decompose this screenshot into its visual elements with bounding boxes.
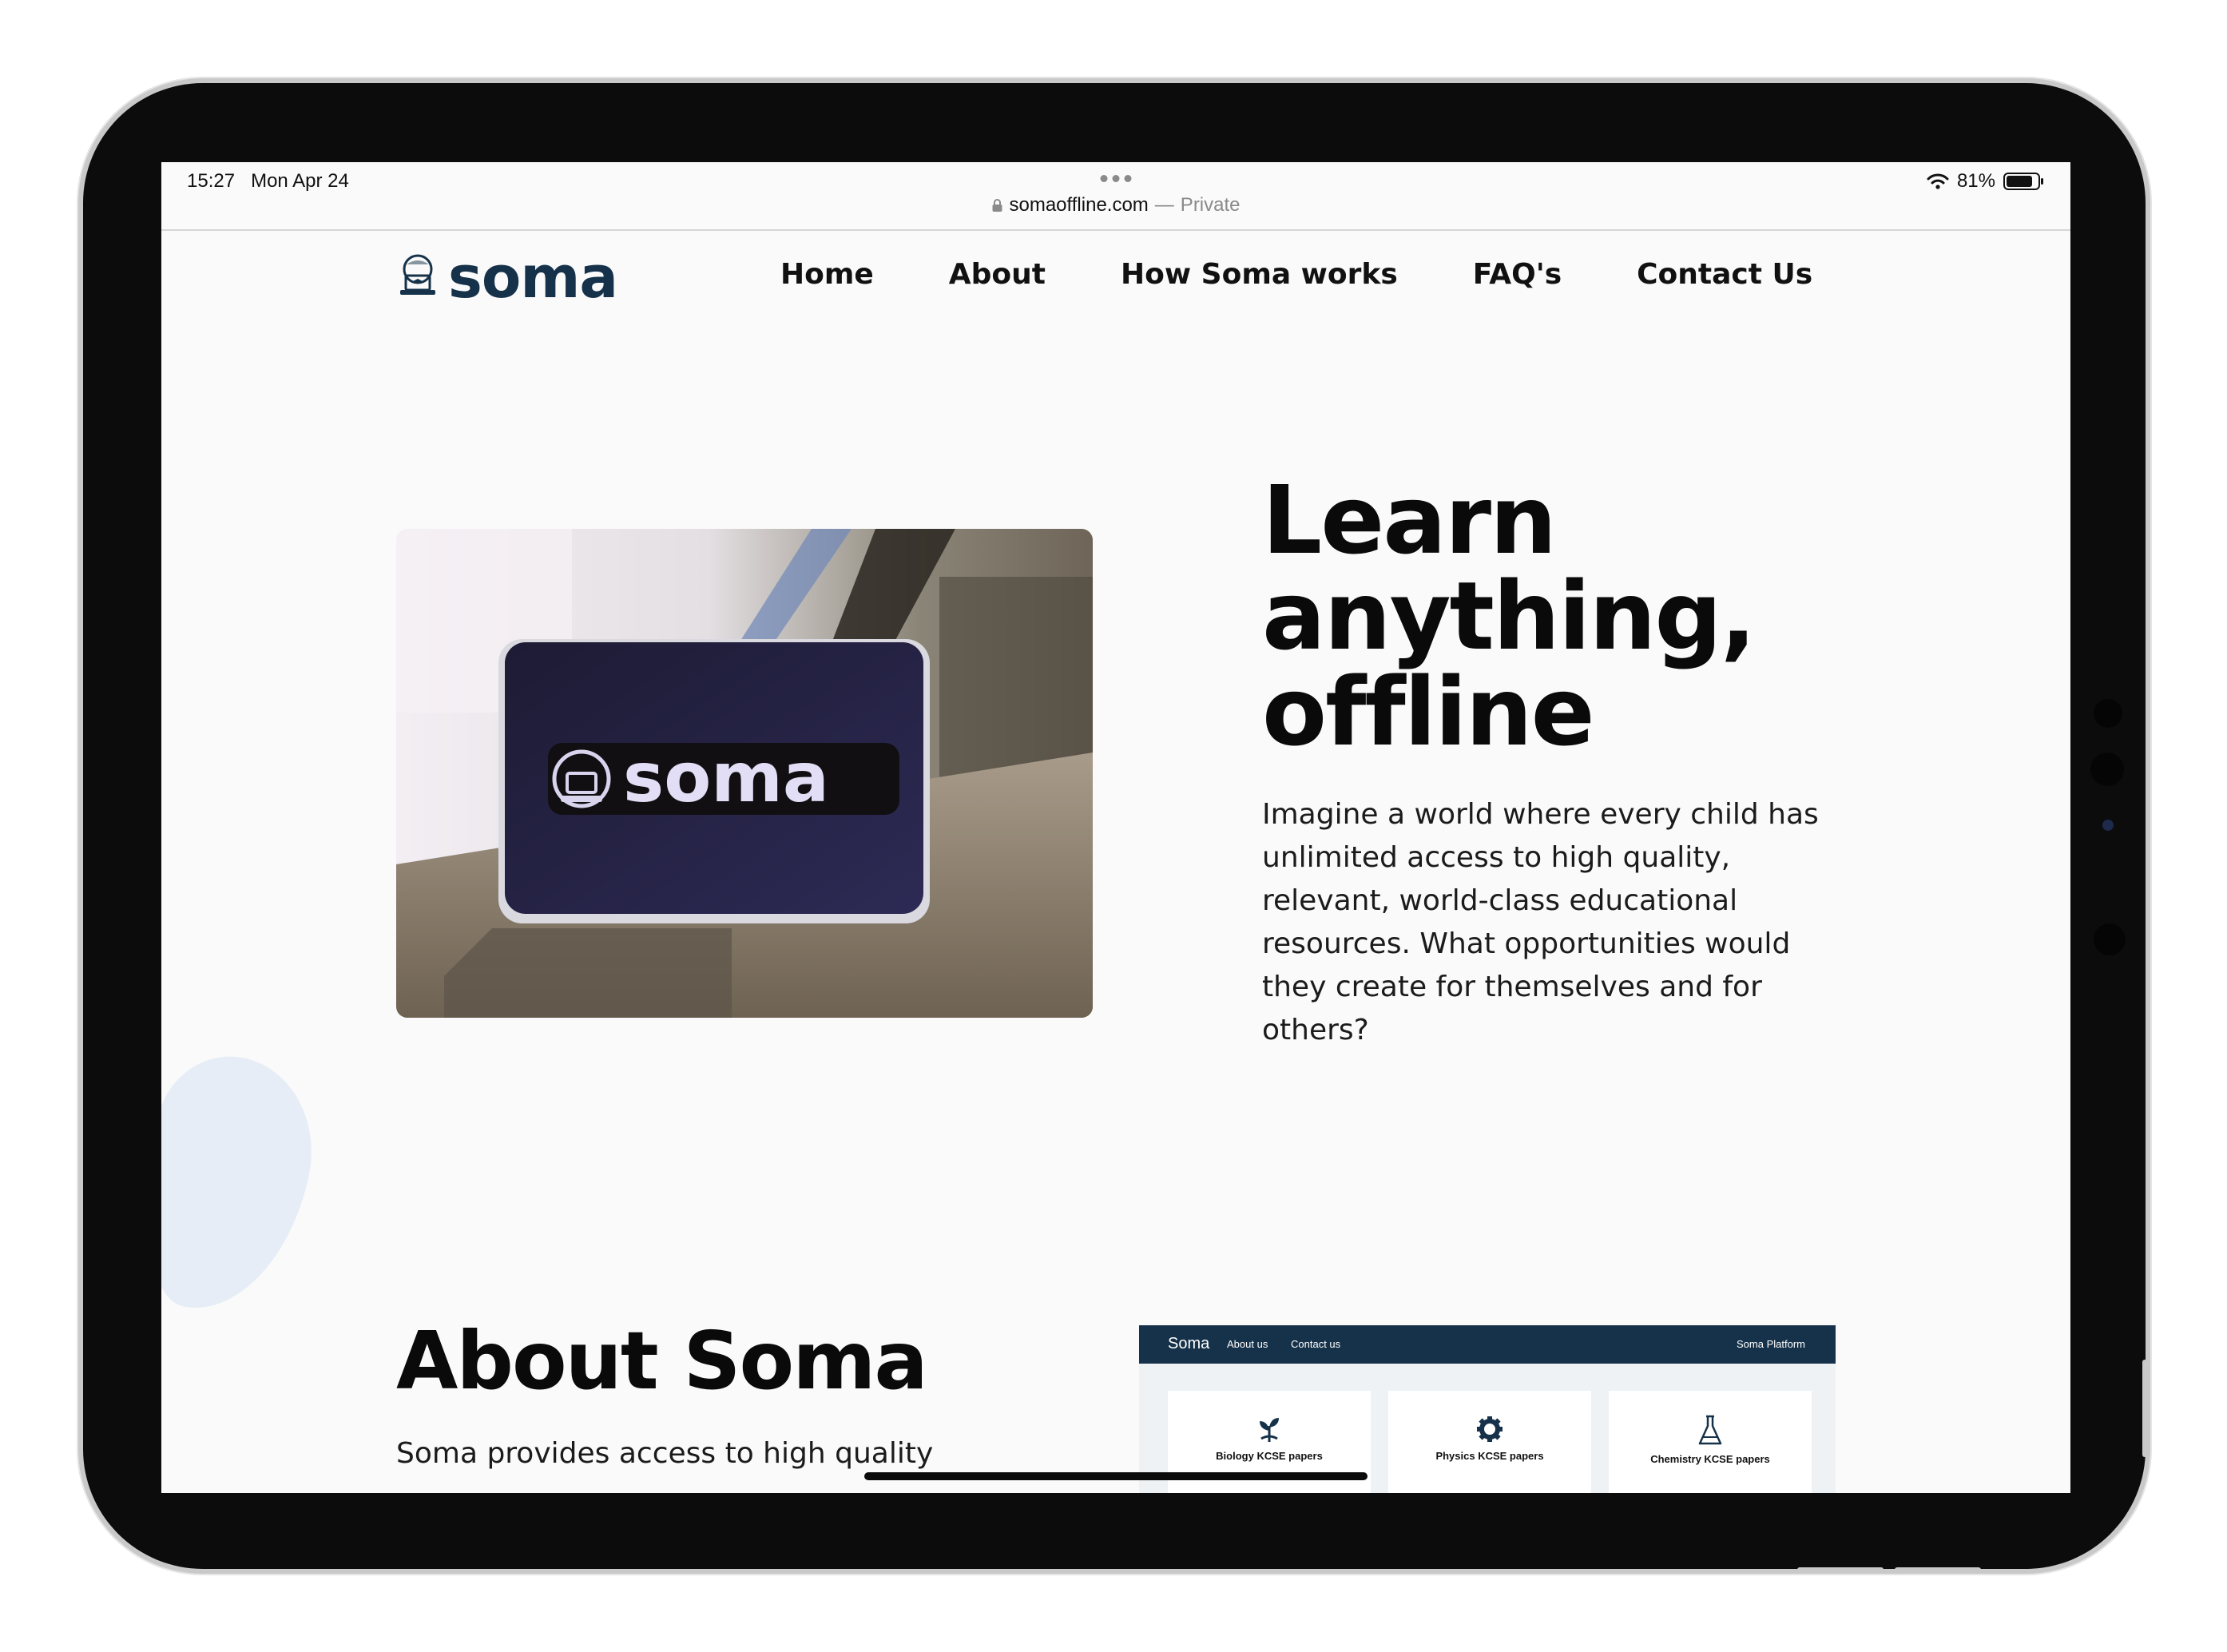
main-nav: Home About How Soma works FAQ's Contact … (780, 258, 1812, 291)
hero-photo: soma (396, 529, 1093, 1018)
site-logo[interactable]: soma (397, 244, 618, 311)
lock-icon (992, 199, 1002, 212)
camera-dot (2094, 699, 2122, 728)
preview-card-label: Physics KCSE papers (1435, 1450, 1544, 1462)
preview-card-label: Chemistry KCSE papers (1650, 1453, 1770, 1465)
screen: 15:27 Mon Apr 24 somaoffline.com — Priva… (161, 162, 2070, 1493)
logo-text: soma (448, 244, 618, 311)
clock: 15:27 (187, 170, 236, 192)
about-text: Soma provides access to high quality (396, 1437, 934, 1470)
nav-faqs[interactable]: FAQ's (1473, 258, 1562, 291)
flask-icon (1698, 1415, 1722, 1445)
address-bar[interactable]: somaoffline.com — Private (991, 194, 1241, 216)
platform-preview: Soma About us Contact us Soma Platform B… (1139, 1325, 1836, 1493)
url-separator: — (1154, 194, 1174, 216)
volume-button (2142, 1360, 2147, 1457)
photo-logo-text: soma (623, 738, 829, 818)
preview-card-physics: Physics KCSE papers (1388, 1391, 1591, 1493)
nav-contact-us[interactable]: Contact Us (1637, 258, 1812, 291)
status-time: 15:27 Mon Apr 24 (187, 170, 349, 193)
preview-card-label: Biology KCSE papers (1216, 1450, 1323, 1462)
nav-how-soma-works[interactable]: How Soma works (1121, 258, 1398, 291)
preview-platform-label: Soma Platform (1737, 1338, 1805, 1350)
top-button (1797, 1567, 1884, 1572)
preview-link-contact: Contact us (1291, 1338, 1341, 1350)
camera-lens (2102, 820, 2114, 831)
nav-about[interactable]: About (949, 258, 1046, 291)
multitasking-dots-icon[interactable] (1100, 175, 1132, 182)
about-title: About Soma (396, 1314, 928, 1408)
wifi-icon (1927, 173, 1949, 189)
hero-description: Imagine a world where every child has un… (1262, 798, 1819, 1046)
site-header: soma Home About How Soma works FAQ's Con… (161, 231, 2070, 319)
battery-percent: 81% (1956, 170, 1995, 192)
hero-title-line-1: Learn (1262, 465, 1557, 575)
url-text: somaoffline.com (1009, 194, 1149, 216)
preview-brand: Soma (1168, 1335, 1210, 1352)
preview-card-chemistry: Chemistry KCSE papers (1609, 1391, 1812, 1493)
hero-title-line-2: anything, (1262, 561, 1757, 671)
preview-link-about: About us (1227, 1338, 1268, 1350)
device-photo-illustration: soma (396, 529, 1093, 1018)
logo-icon (400, 254, 435, 295)
hero-title: Learn anything, offline (1262, 472, 1869, 760)
battery-icon (2003, 173, 2043, 190)
top-button-2 (1895, 1567, 1981, 1572)
home-indicator[interactable] (864, 1472, 1368, 1480)
plant-icon (1260, 1418, 1279, 1442)
date: Mon Apr 24 (251, 170, 349, 192)
camera-dot (2090, 753, 2124, 786)
nav-home[interactable]: Home (780, 258, 874, 291)
camera-dot (2094, 923, 2126, 955)
decorative-blob (161, 1042, 331, 1327)
status-bar: 15:27 Mon Apr 24 somaoffline.com — Priva… (161, 162, 2070, 229)
preview-navbar: Soma About us Contact us Soma Platform (1139, 1325, 1836, 1364)
gear-icon (1477, 1416, 1503, 1442)
hero-title-line-3: offline (1262, 657, 1595, 767)
status-right: 81% (1927, 170, 2045, 193)
private-label: Private (1180, 194, 1241, 216)
